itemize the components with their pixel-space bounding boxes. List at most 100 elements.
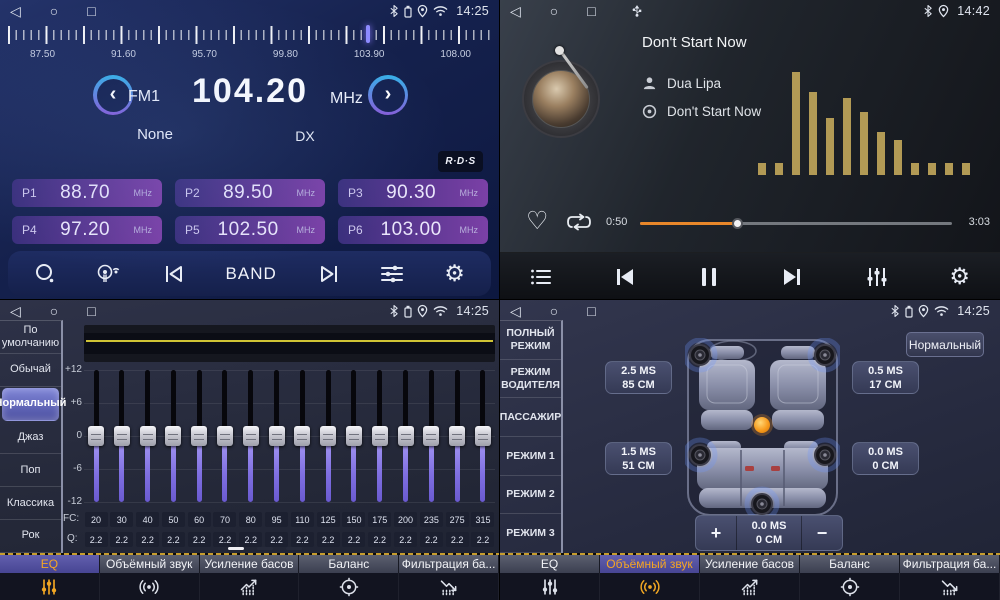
broadcast-icon[interactable] — [96, 263, 122, 285]
bass-filter-icon[interactable] — [900, 573, 1000, 600]
front-left-delay-button[interactable]: 2.5 MS 85 CM — [605, 361, 672, 394]
audio-settings-icon[interactable] — [380, 264, 404, 284]
slider-thumb[interactable] — [372, 426, 388, 446]
radio-preset-button[interactable]: P5102.50MHz — [175, 216, 325, 244]
slider-thumb[interactable] — [114, 426, 130, 446]
next-track-icon[interactable] — [780, 267, 804, 287]
back-icon[interactable]: ◁ — [510, 300, 521, 322]
home-icon[interactable]: ○ — [50, 0, 58, 22]
eq-band-slider[interactable] — [290, 370, 314, 502]
band-button[interactable]: BAND — [226, 264, 277, 284]
tab-bass-boost[interactable]: Усиление басов — [200, 555, 300, 573]
home-icon[interactable]: ○ — [550, 300, 558, 322]
radio-preset-button[interactable]: P497.20MHz — [12, 216, 162, 244]
eq-band-slider[interactable] — [342, 370, 366, 502]
eq-preset-item[interactable]: По умолчанию — [0, 321, 61, 354]
eq-band-slider[interactable] — [161, 370, 185, 502]
eq-preset-item[interactable]: Рок — [0, 520, 61, 553]
slider-thumb[interactable] — [320, 426, 336, 446]
back-icon[interactable]: ◁ — [10, 300, 21, 322]
eq-band-slider[interactable] — [368, 370, 392, 502]
pause-icon[interactable] — [699, 266, 719, 288]
eq-preset-item[interactable]: Джаз — [0, 422, 61, 455]
slider-thumb[interactable] — [191, 426, 207, 446]
seek-next-icon[interactable] — [317, 264, 341, 284]
eq-band-slider[interactable] — [265, 370, 289, 502]
previous-track-icon[interactable] — [613, 267, 637, 287]
slider-thumb[interactable] — [88, 426, 104, 446]
tab-eq-sliders[interactable]: EQ — [500, 555, 600, 573]
eq-band-slider[interactable] — [471, 370, 495, 502]
progress-bar[interactable] — [640, 222, 952, 225]
settings-gear-icon[interactable]: ⚙ — [444, 262, 465, 285]
eq-band-slider[interactable] — [419, 370, 443, 502]
eq-sliders-icon[interactable] — [0, 573, 100, 600]
slider-thumb[interactable] — [243, 426, 259, 446]
tab-bass-boost[interactable]: Усиление басов — [700, 555, 800, 573]
surround-sound-icon[interactable] — [600, 573, 700, 600]
recents-icon[interactable]: □ — [87, 0, 95, 22]
tab-bass-filter[interactable]: Фильтрация ба... — [399, 555, 499, 573]
slider-thumb[interactable] — [217, 426, 233, 446]
balance-icon[interactable] — [299, 573, 399, 600]
balance-icon[interactable] — [800, 573, 900, 600]
delay-minus-button[interactable]: − — [802, 516, 842, 550]
tab-bass-filter[interactable]: Фильтрация ба... — [900, 555, 1000, 573]
page-dot[interactable] — [228, 547, 244, 550]
eq-preset-item[interactable]: Поп — [0, 454, 61, 487]
scan-icon[interactable] — [34, 263, 56, 285]
slider-thumb[interactable] — [140, 426, 156, 446]
eq-band-slider[interactable] — [110, 370, 134, 502]
page-dot[interactable] — [286, 547, 302, 550]
eq-band-slider[interactable] — [239, 370, 263, 502]
repeat-icon[interactable] — [566, 213, 592, 231]
eq-band-slider[interactable] — [316, 370, 340, 502]
slider-thumb[interactable] — [269, 426, 285, 446]
delay-plus-button[interactable]: + — [696, 516, 736, 550]
recents-icon[interactable]: □ — [587, 0, 595, 22]
bass-boost-icon[interactable] — [700, 573, 800, 600]
settings-gear-icon[interactable]: ⚙ — [949, 265, 970, 288]
tab-surround-sound[interactable]: Объёмный звук — [600, 555, 700, 573]
slider-thumb[interactable] — [423, 426, 439, 446]
home-icon[interactable]: ○ — [550, 0, 558, 22]
tune-down-button[interactable]: ‹ — [93, 75, 133, 115]
home-icon[interactable]: ○ — [50, 300, 58, 322]
eq-band-slider[interactable] — [136, 370, 160, 502]
surround-mode-item[interactable]: ПОЛНЫЙ РЕЖИМ — [500, 321, 561, 360]
surround-mode-item[interactable]: ПАССАЖИР — [500, 398, 561, 437]
tune-up-button[interactable]: › — [368, 75, 408, 115]
eq-band-slider[interactable] — [394, 370, 418, 502]
tab-surround-sound[interactable]: Объёмный звук — [100, 555, 200, 573]
bass-boost-icon[interactable] — [200, 573, 300, 600]
rear-right-delay-button[interactable]: 0.0 MS 0 CM — [852, 442, 919, 475]
progress-thumb[interactable] — [732, 218, 743, 229]
tab-balance[interactable]: Баланс — [299, 555, 399, 573]
radio-preset-button[interactable]: P6103.00MHz — [338, 216, 488, 244]
slider-thumb[interactable] — [346, 426, 362, 446]
back-icon[interactable]: ◁ — [510, 0, 521, 22]
surround-mode-item[interactable]: РЕЖИМ 2 — [500, 476, 561, 515]
slider-thumb[interactable] — [449, 426, 465, 446]
surround-mode-item[interactable]: РЕЖИМ 3 — [500, 514, 561, 553]
back-icon[interactable]: ◁ — [10, 0, 21, 22]
eq-band-slider[interactable] — [84, 370, 108, 502]
tab-balance[interactable]: Баланс — [800, 555, 900, 573]
surround-mode-item[interactable]: РЕЖИМ ВОДИТЕЛЯ — [500, 360, 561, 399]
eq-band-slider[interactable] — [187, 370, 211, 502]
recents-icon[interactable]: □ — [87, 300, 95, 322]
slider-thumb[interactable] — [475, 426, 491, 446]
radio-preset-button[interactable]: P390.30MHz — [338, 179, 488, 207]
eq-band-slider[interactable] — [445, 370, 469, 502]
page-dot[interactable] — [257, 547, 273, 550]
front-right-delay-button[interactable]: 0.5 MS 17 CM — [852, 361, 919, 394]
eq-sliders-icon[interactable] — [500, 573, 600, 600]
bass-filter-icon[interactable] — [399, 573, 499, 600]
eq-preset-item[interactable]: Классика — [0, 487, 61, 520]
listener-position-dot[interactable] — [754, 417, 770, 433]
slider-thumb[interactable] — [165, 426, 181, 446]
slider-thumb[interactable] — [294, 426, 310, 446]
favorite-icon[interactable]: ♡ — [526, 209, 548, 234]
eq-preset-item[interactable]: Обычай — [0, 354, 61, 387]
recents-icon[interactable]: □ — [587, 300, 595, 322]
